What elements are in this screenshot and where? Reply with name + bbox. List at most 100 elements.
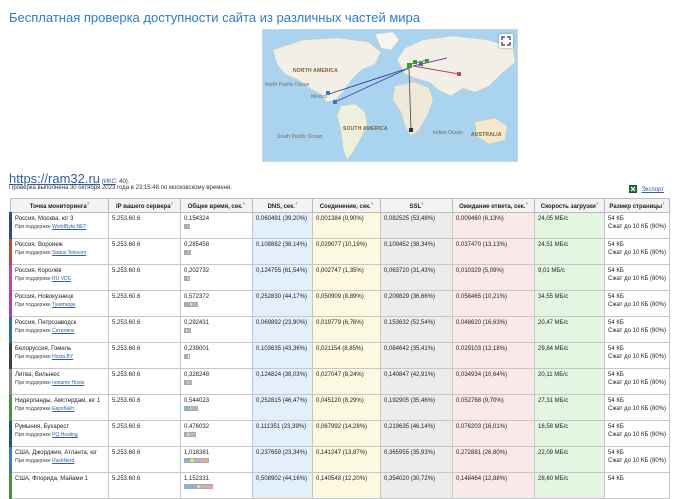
map-label-indian-ocean: Indian Ocean [433, 130, 463, 136]
compressed-size: Сжат до 10 КБ (80%) [608, 302, 666, 308]
timing-bar [184, 224, 190, 229]
total-time-cell: 1,018381 [181, 447, 253, 473]
column-header[interactable]: Точка мониторинга? [11, 199, 109, 213]
export-link[interactable]: Экспорт [641, 187, 664, 193]
server-ip: 5.253.60.6 [112, 450, 140, 456]
ssl-cell: 0,219635 (46,14%) [381, 421, 453, 447]
wait-cell: 0,010329 (5,09%) [453, 265, 535, 291]
server-ip: 5.253.60.6 [112, 476, 140, 482]
page-size: 54 КБ [608, 476, 666, 482]
map-label-south-pacific: South Pacific Ocean [277, 134, 322, 140]
speed-cell: 24,51 МБ/с [535, 239, 605, 265]
column-header[interactable]: Общее время, сек.? [181, 199, 253, 213]
africa-shape [393, 82, 433, 136]
monitoring-city: США, Флорида, Майами 1 [15, 476, 105, 482]
connection-value: 0,001384 (0,90%) [316, 216, 364, 222]
column-header[interactable]: DNS, сек.? [253, 199, 313, 213]
column-header[interactable]: Ожидание ответа, сек.? [453, 199, 535, 213]
sponsor-link[interactable]: Status Telecom [52, 250, 86, 256]
sponsor-prefix: При поддержке [15, 406, 52, 412]
column-header[interactable]: IP вашего сервера? [109, 199, 181, 213]
sponsor-link[interactable]: RackNerd [52, 458, 74, 464]
compressed-size: Сжат до 10 КБ (80%) [608, 406, 666, 412]
info-icon[interactable]: ? [371, 201, 373, 206]
export[interactable]: Экспорт [629, 185, 664, 193]
sponsor-line: При поддержке Status Telecom [15, 250, 105, 256]
timing-bar [184, 380, 192, 385]
map-marker [333, 100, 337, 104]
ssl-value: 0,219635 (46,14%) [384, 424, 435, 430]
timing-bar-segment-wait [202, 459, 208, 462]
server-ip: 5.253.60.6 [112, 424, 140, 430]
page-size: 54 КБ [608, 450, 666, 456]
total-time-cell: 0,154324 [181, 213, 253, 239]
page-title: Бесплатная проверка доступности сайта из… [9, 10, 420, 25]
monitoring-point-cell: Нидерланды, Амстердам, юг 1При поддержке… [11, 395, 109, 421]
column-header[interactable]: Соединение, сек.? [313, 199, 381, 213]
column-header[interactable]: Скорость загрузки? [535, 199, 605, 213]
info-icon[interactable]: ? [87, 201, 89, 206]
connection-cell: 0,045120 (8,29%) [313, 395, 381, 421]
info-icon[interactable]: ? [243, 201, 245, 206]
column-header[interactable]: Размер страницы? [605, 199, 670, 213]
timing-bar [184, 406, 198, 411]
sponsor-prefix: При поддержке [15, 224, 52, 230]
info-icon[interactable]: ? [171, 201, 173, 206]
wait-cell: 0,052768 (9,70%) [453, 395, 535, 421]
page-size-cell: 54 КБСжат до 10 КБ (80%) [605, 369, 670, 395]
info-icon[interactable]: ? [421, 201, 423, 206]
greenland-shape [375, 32, 399, 50]
wait-value: 0,272881 (26,80%) [456, 450, 507, 456]
page-size-cell: 54 КБСжат до 10 КБ (80%) [605, 317, 670, 343]
table-row: Россия, Москва, юг 3При поддержке WorldB… [11, 213, 670, 239]
world-map[interactable]: NORTH AMERICA SOUTH AMERICA AUSTRALIA No… [262, 29, 518, 162]
sponsor-link[interactable]: Ситилинк [52, 328, 74, 334]
timing-bar-segment-wait [196, 303, 197, 306]
sponsor-line: При поддержке Ситилинк [15, 328, 105, 334]
sponsor-link[interactable]: PQ.Hosting [52, 432, 78, 438]
table-row: Белоруссия, ГомельПри поддержке Hosta.BY… [11, 343, 670, 369]
info-icon[interactable]: ? [525, 201, 527, 206]
speed-cell: 9,01 МБ/с [535, 265, 605, 291]
info-icon[interactable]: ? [596, 201, 598, 206]
sponsor-link[interactable]: Евробайт [52, 406, 74, 412]
total-time: 0,544023 [184, 398, 209, 404]
column-header[interactable]: SSL? [381, 199, 453, 213]
ssl-value: 0,192905 (35,46%) [384, 398, 435, 404]
ssl-value: 0,082525 (53,48%) [384, 216, 435, 222]
monitoring-city: Россия, Петрозаводск [15, 320, 105, 326]
info-icon[interactable]: ? [295, 201, 297, 206]
speed-value: 34,55 МБ/с [538, 294, 568, 300]
speed-cell: 16,58 МБ/с [535, 421, 605, 447]
site-url-link[interactable]: https://ram32.ru [9, 171, 100, 186]
timing-bar-segment-wait [189, 251, 190, 254]
timing-bar [184, 276, 190, 281]
monitoring-point-cell: Россия, Москва, юг 3При поддержке WorldB… [11, 213, 109, 239]
ssl-cell: 0,153632 (52,54%) [381, 317, 453, 343]
total-time: 1,018381 [184, 450, 209, 456]
timing-bar [184, 328, 191, 333]
sponsor-link[interactable]: WorldByte.NET [52, 224, 86, 230]
speed-value: 9,01 МБ/с [538, 268, 565, 274]
page-size-cell: 54 КБСжат до 10 КБ (80%) [605, 343, 670, 369]
speed-value: 28,60 МБ/с [538, 476, 568, 482]
page-size-cell: 54 КБСжат до 10 КБ (80%) [605, 291, 670, 317]
sponsor-link[interactable]: noname Hosts [52, 380, 84, 386]
page-size: 54 КБ [608, 242, 666, 248]
table-row: Россия, Петрозаводск При поддержке Ситили… [11, 317, 670, 343]
south-america-shape [337, 104, 367, 160]
sponsor-line: При поддержке noname Hosts [15, 380, 105, 386]
fullscreen-button[interactable] [499, 34, 513, 48]
page-size: 54 КБ [608, 372, 666, 378]
ssl-cell: 0,192905 (35,46%) [381, 395, 453, 421]
sponsor-link[interactable]: Тунвтворк [52, 302, 75, 308]
fullscreen-icon [501, 36, 511, 46]
dns-value: 0,060491 (39,20%) [256, 216, 307, 222]
server-ip: 5.253.60.6 [112, 398, 140, 404]
total-time: 0,239001 [184, 346, 209, 352]
wait-value: 0,048620 (16,63%) [456, 320, 507, 326]
sponsor-link[interactable]: RU VDS [52, 276, 71, 282]
sponsor-link[interactable]: Hosta.BY [52, 354, 73, 360]
server-ip: 5.253.60.6 [112, 372, 140, 378]
info-icon[interactable]: ? [662, 201, 664, 206]
